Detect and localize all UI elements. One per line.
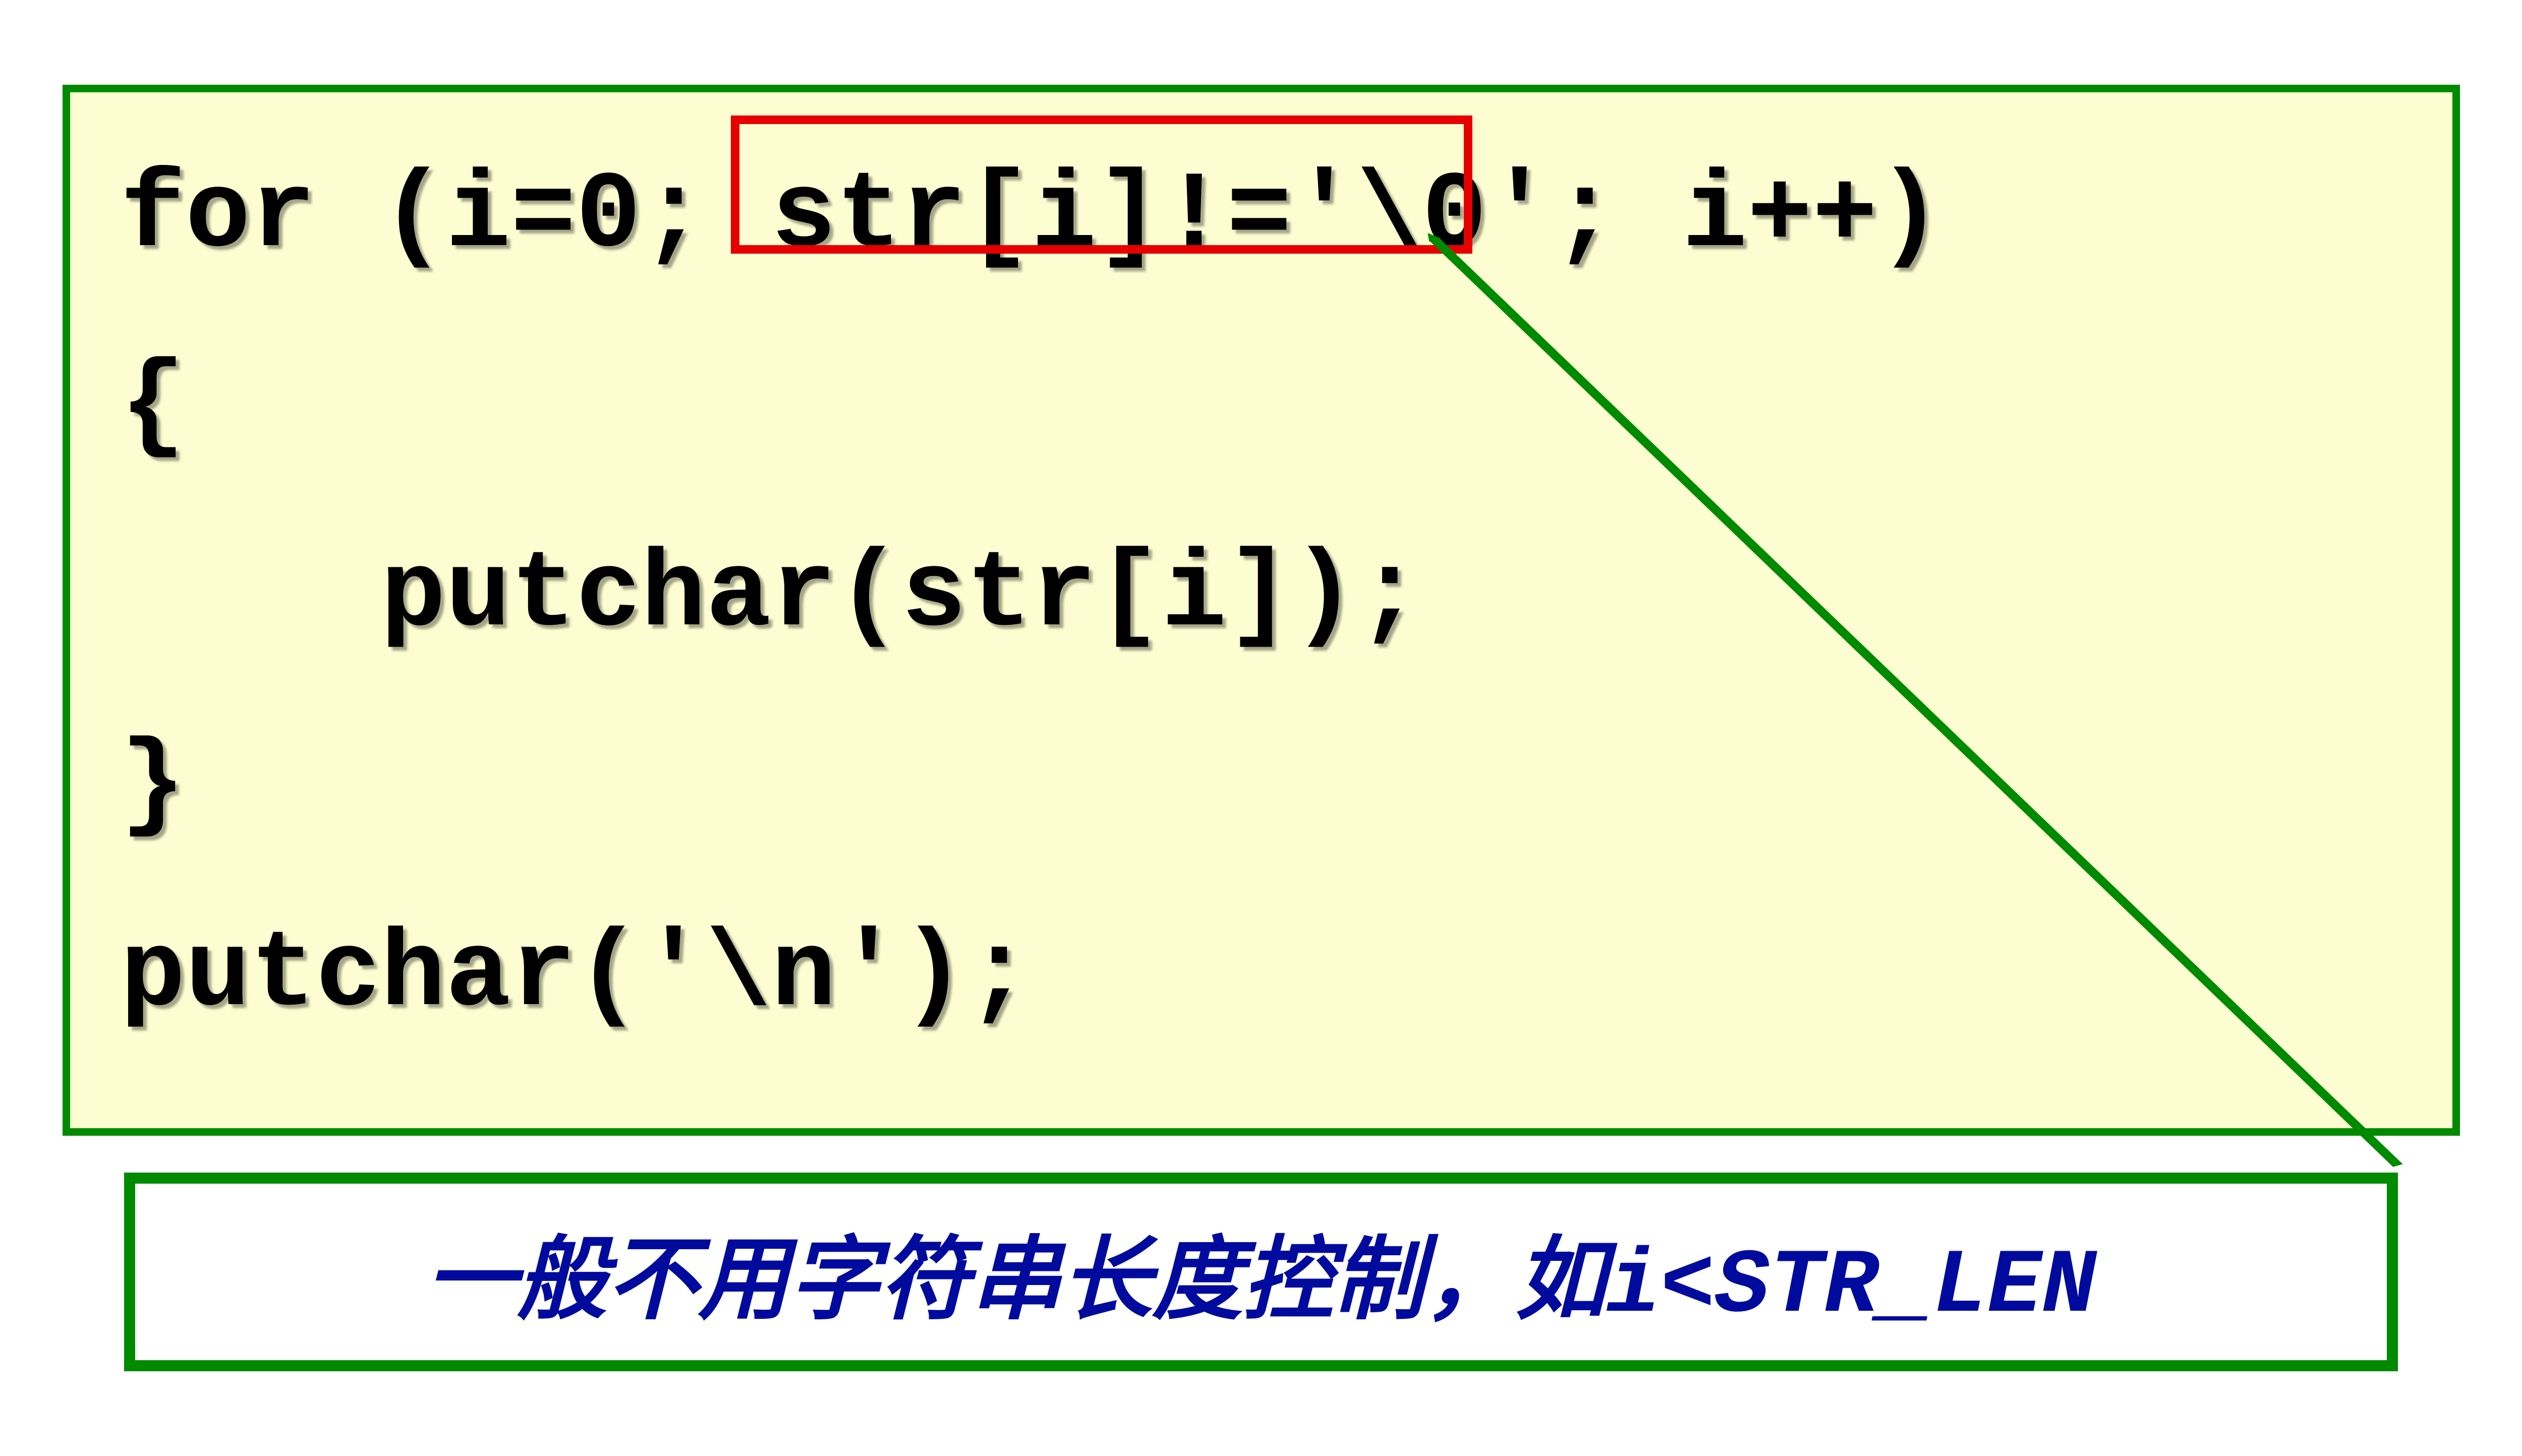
- note-text-cn: 一般不用字符串长度控制，如: [426, 1229, 1606, 1330]
- code-line-3: putchar(str[i]);: [121, 501, 2402, 690]
- code-line-1: for (i=0; str[i]!='\0'; i++): [121, 122, 2402, 311]
- code-box: for (i=0; str[i]!='\0'; i++) { putchar(s…: [63, 85, 2460, 1136]
- note-box: 一般不用字符串长度控制，如i<STR_LEN: [124, 1173, 2398, 1372]
- code-line-5: putchar('\n');: [121, 881, 2402, 1070]
- code-line1-post: ; i++): [1552, 155, 1942, 278]
- code-line-2: {: [121, 311, 2402, 501]
- slide-container: for (i=0; str[i]!='\0'; i++) { putchar(s…: [25, 85, 2497, 1371]
- note-text-code: i<STR_LEN: [1606, 1236, 2096, 1338]
- code-line1-pre: for (i=0;: [121, 155, 771, 278]
- code-line-4: }: [121, 690, 2402, 880]
- code-line1-highlight: str[i]!='\0': [771, 155, 1552, 278]
